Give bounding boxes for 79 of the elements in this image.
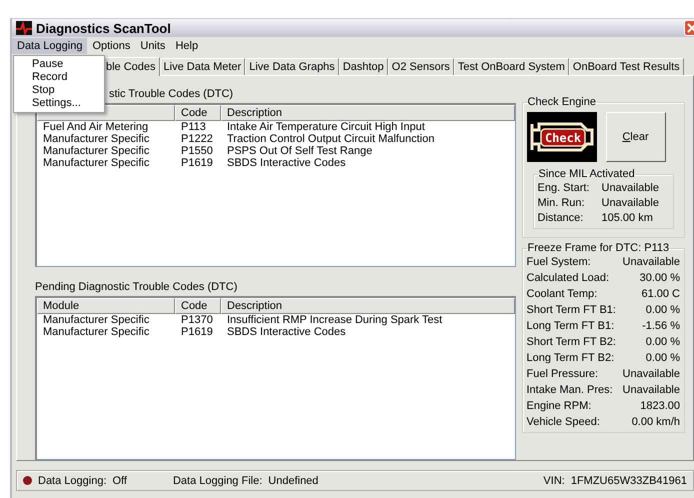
tab[interactable]: Dashtop — [338, 58, 388, 75]
status-value: 1FMZU65W33ZB41961 — [570, 474, 687, 486]
field-label: Intake Man. Pres: — [526, 384, 614, 396]
field-value: 61.00 C — [640, 288, 680, 300]
menu-item[interactable]: Options — [87, 38, 136, 54]
field-value: Unavailable — [622, 384, 680, 396]
table-cell-text: P113 — [180, 121, 207, 133]
table-cell-text: P1619 — [180, 326, 214, 338]
status-label: Data Logging: — [38, 474, 106, 486]
status-label: Data Logging File: — [172, 474, 262, 486]
clear-button[interactable]: Clear — [606, 112, 666, 162]
field-value: Unavailable — [602, 197, 660, 209]
field-label: Coolant Temp: — [526, 288, 598, 300]
table-cell-text: SBDS Interactive Codes — [226, 157, 347, 169]
field-value: Unavailable — [622, 368, 680, 380]
section-label: stic Trouble Codes (DTC) — [109, 87, 234, 102]
table-cell-text: Fuel And Air Metering — [42, 121, 150, 133]
table-cell-text: SBDS Interactive Codes — [226, 326, 347, 338]
column-header[interactable]: Module — [37, 298, 175, 314]
group-title: Freeze Frame for DTC: P113 — [526, 242, 670, 254]
table-cell-text: Manufacturer Specific — [42, 157, 150, 169]
field-label: Eng. Start: — [538, 182, 590, 194]
status-label: VIN: — [543, 474, 565, 486]
menu-item[interactable]: Data Logging — [12, 38, 88, 54]
table-cell-text: P1550 — [180, 145, 214, 157]
table-cell-text: P1619 — [180, 157, 214, 169]
section-label: Pending Diagnostic Trouble Codes (DTC) — [35, 280, 238, 295]
field-label: Engine RPM: — [526, 400, 592, 412]
field-label: Min. Run: — [538, 197, 586, 209]
column-header[interactable]: Description — [221, 105, 514, 121]
table-cell-text: Intake Air Temperature Circuit High Input — [226, 121, 426, 133]
field-value: Unavailable — [602, 182, 660, 194]
field-value: 1823.00 — [639, 400, 680, 412]
field-value: 30.00 % — [638, 272, 680, 284]
table-cell-text: Manufacturer Specific — [42, 314, 150, 326]
tab[interactable]: Test OnBoard System — [454, 58, 569, 75]
field-label: Calculated Load: — [526, 272, 610, 284]
field-value: Unavailable — [622, 256, 680, 268]
tab[interactable]: Live Data Graphs — [245, 58, 339, 75]
menu-item[interactable]: Help — [170, 38, 204, 54]
tab[interactable]: OnBoard Test Results — [568, 58, 684, 75]
column-header[interactable]: Code — [175, 298, 221, 314]
field-label: Short Term FT B2: — [526, 336, 614, 348]
lamp-label: Check — [544, 131, 581, 145]
status-value: Undefined — [268, 474, 320, 486]
table-cell-text: Manufacturer Specific — [42, 326, 150, 338]
column-header[interactable]: Code — [175, 105, 221, 121]
group-title: Since MIL Activated — [538, 168, 636, 180]
field-value: 0.00 % — [644, 352, 680, 364]
heartbeat-icon — [16, 21, 32, 35]
code-list[interactable]: Module Code Description Manufacturer Specific P1370 Insufficient RMP Increase During Spark Test Manufacturer Specific P1619 SBDS Interactive Codes — [35, 296, 516, 460]
table-cell-text: Traction Control Output Circuit Malfunction — [226, 133, 436, 145]
table-cell-text: P1222 — [180, 133, 214, 145]
table-cell-text: Insufficient RMP Increase During Spark Test — [226, 314, 444, 326]
menu-option[interactable]: Stop — [14, 84, 104, 97]
tab[interactable]: O2 Sensors — [388, 58, 454, 75]
table-cell-text: P1370 — [180, 314, 214, 326]
field-label: Fuel System: — [526, 256, 592, 268]
field-label: Vehicle Speed: — [526, 416, 601, 428]
field-label: Fuel Pressure: — [526, 368, 600, 380]
field-value: -1.56 % — [641, 320, 680, 332]
table-cell-text: Manufacturer Specific — [42, 145, 150, 157]
field-value: 0.00 km/h — [630, 416, 680, 428]
field-value: 105.00 km — [602, 212, 654, 224]
menu-option[interactable]: Settings... — [14, 97, 104, 110]
field-value: 0.00 % — [644, 304, 680, 316]
window-title: Diagnostics ScanTool — [36, 20, 172, 36]
field-value: 0.00 % — [644, 336, 680, 348]
status-value: Off — [112, 474, 127, 486]
field-label: Distance: — [538, 212, 584, 224]
field-label: Short Term FT B1: — [526, 304, 614, 316]
field-label: Long Term FT B1: — [526, 320, 614, 332]
table-cell-text: PSPS Out Of Self Test Range — [226, 145, 374, 157]
tab[interactable]: Live Data Meter — [160, 58, 246, 75]
menu-item[interactable]: Units — [135, 38, 170, 54]
column-header[interactable]: Description — [221, 298, 514, 314]
field-label: Long Term FT B2: — [526, 352, 614, 364]
table-cell-text: Manufacturer Specific — [42, 133, 150, 145]
group-title: Check Engine — [526, 96, 597, 108]
